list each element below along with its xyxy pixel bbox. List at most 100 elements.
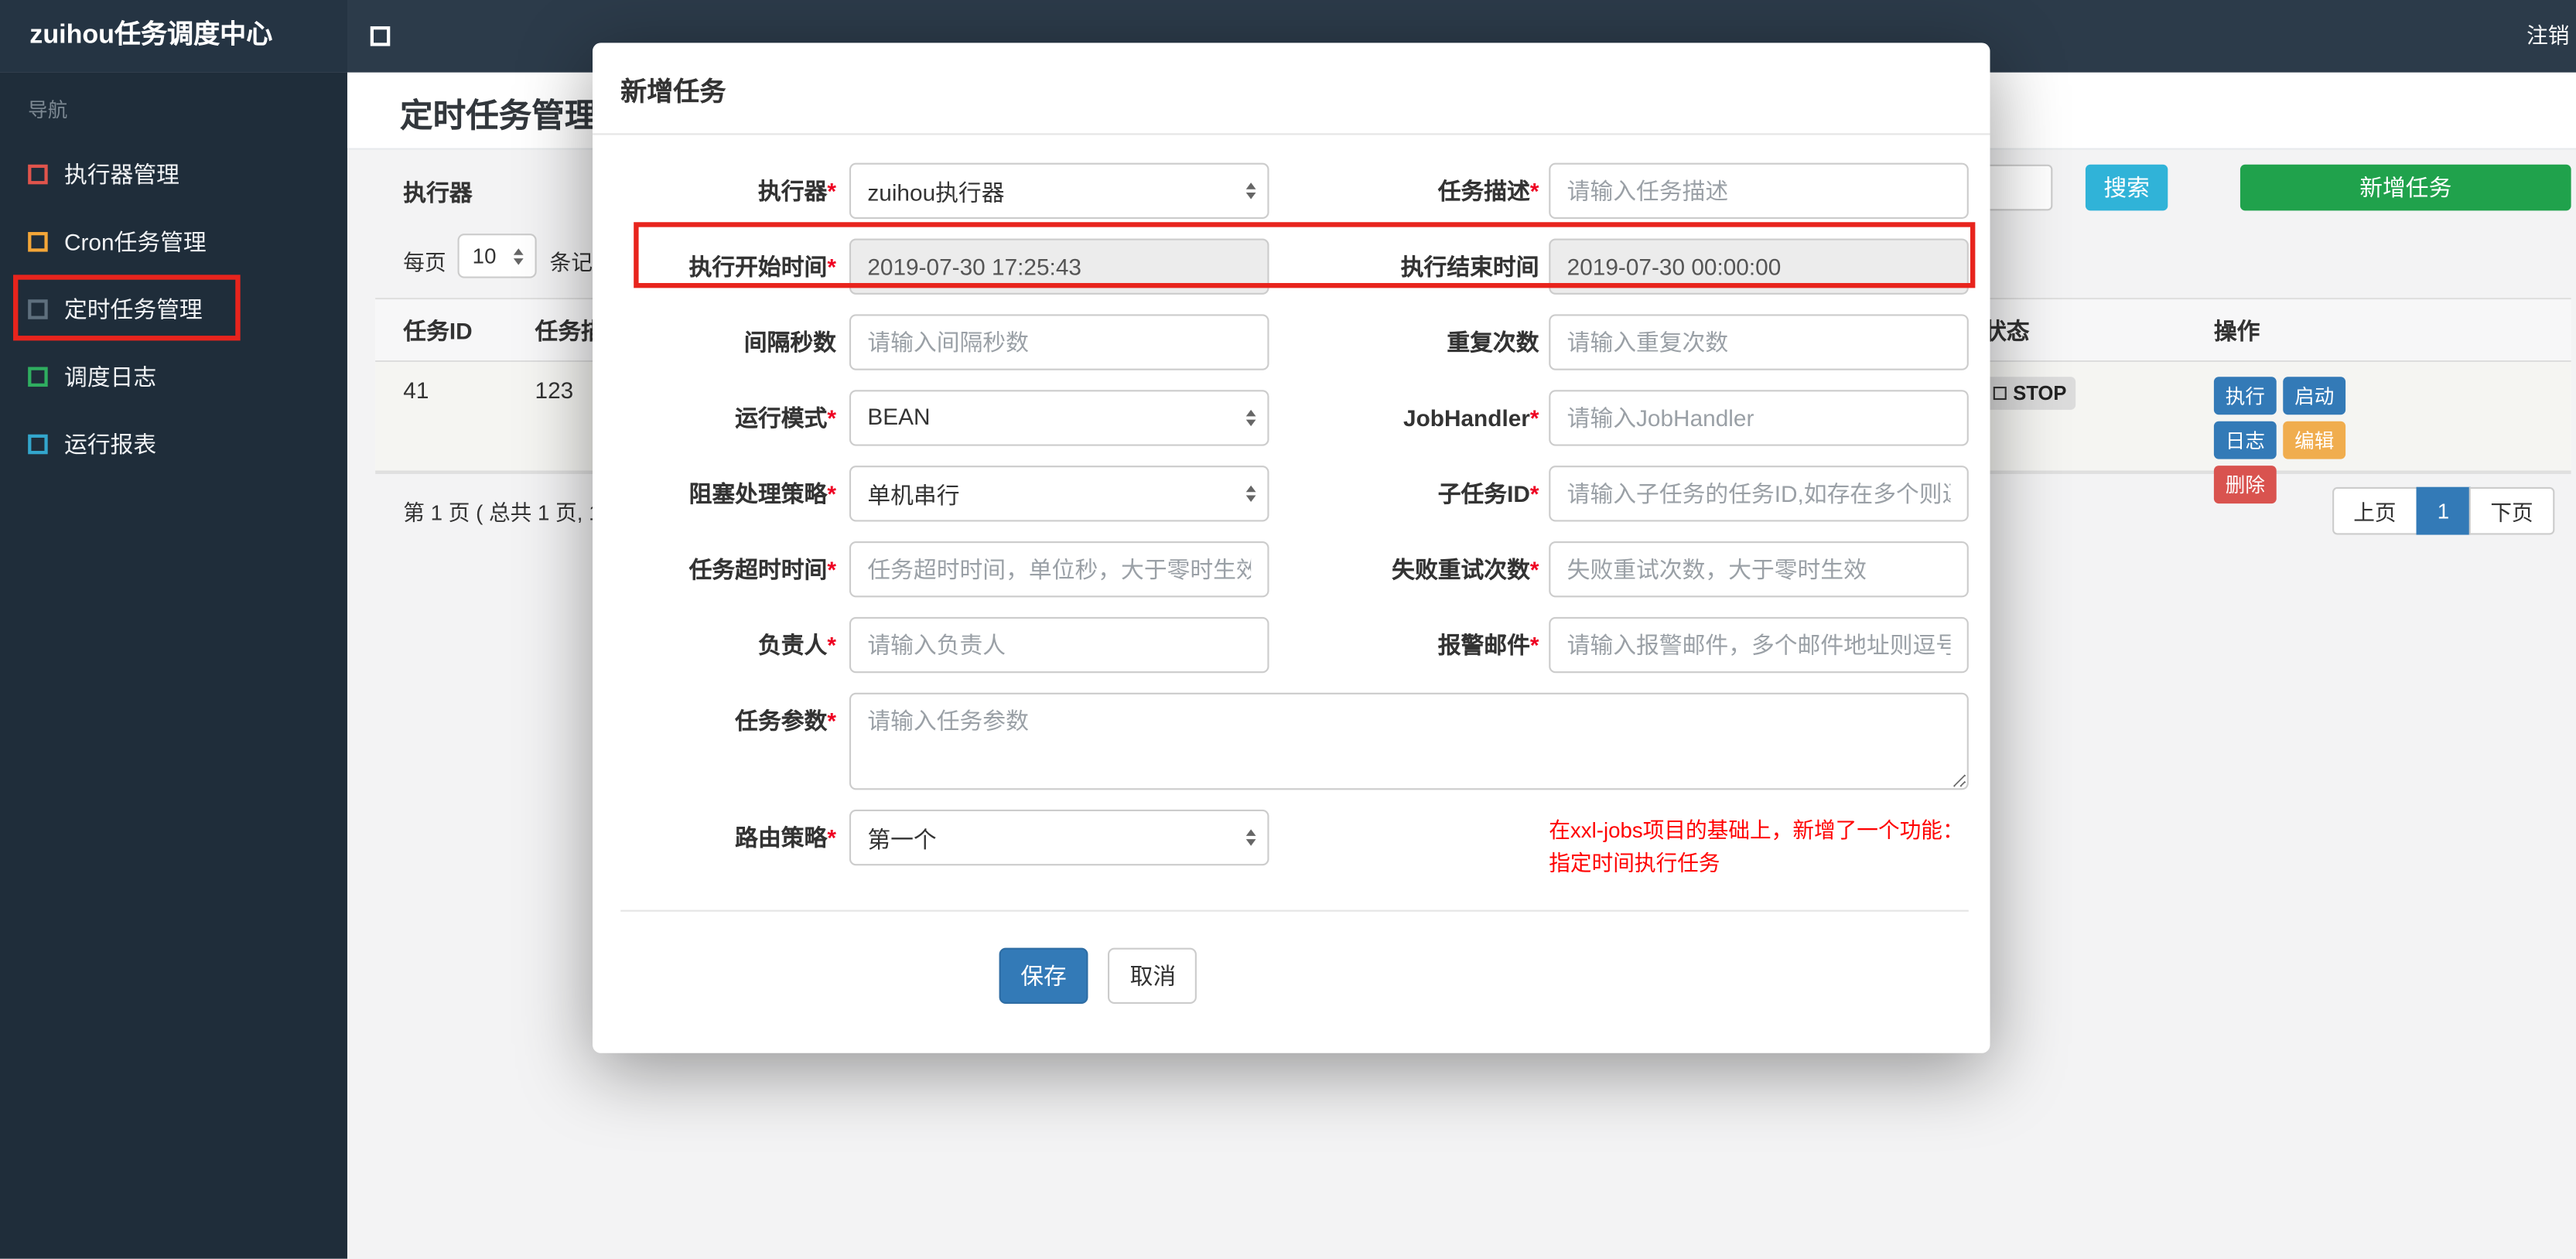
- repeat-input[interactable]: [1549, 314, 1969, 370]
- logout-link[interactable]: 注销: [2526, 0, 2569, 73]
- job-handler-input[interactable]: [1549, 390, 1969, 446]
- prev-page-button[interactable]: 上页: [2332, 486, 2418, 535]
- route-strategy-select-value: 第一个: [867, 826, 937, 853]
- interval-input[interactable]: [849, 314, 1269, 370]
- modal-body: 执行器* zuihou执行器 任务描述* 执行开始时间* 执行结束时间 间隔秒数: [593, 135, 1990, 1053]
- cancel-button[interactable]: 取消: [1108, 947, 1197, 1004]
- execute-button[interactable]: 执行: [2213, 377, 2277, 415]
- sidebar-item-cron-task-manage[interactable]: Cron任务管理: [0, 207, 347, 275]
- search-button[interactable]: 搜索: [2085, 164, 2168, 211]
- end-time-label: 执行结束时间: [1400, 253, 1539, 280]
- retry-input[interactable]: [1549, 541, 1969, 598]
- run-mode-select-value: BEAN: [867, 403, 931, 430]
- owner-input[interactable]: [849, 616, 1269, 674]
- pagination-summary: 第 1 页 ( 总共 1 页, 1: [403, 500, 601, 525]
- app-window: zuihou任务调度中心 注销 导航 执行器管理 Cron任务管理 定时任务管理…: [0, 0, 2576, 1259]
- required-asterisk: *: [827, 404, 836, 432]
- select-caret-icon: [1245, 829, 1256, 846]
- select-caret-icon: [1245, 485, 1256, 502]
- sidebar-item-label: 调度日志: [63, 363, 157, 390]
- end-time-input[interactable]: [1549, 238, 1969, 295]
- required-asterisk: *: [827, 556, 836, 583]
- run-mode-label: 运行模式*: [735, 404, 836, 432]
- repeat-label: 重复次数: [1447, 329, 1539, 356]
- timeout-label: 任务超时时间*: [688, 556, 836, 583]
- per-page-value: 10: [472, 243, 497, 268]
- sidebar-item-label: Cron任务管理: [63, 227, 207, 254]
- block-strategy-select[interactable]: 单机串行: [849, 466, 1269, 522]
- header-actions: 操作: [2213, 317, 2260, 344]
- sidebar-item-label: 运行报表: [63, 430, 157, 457]
- child-job-label: 子任务ID*: [1437, 480, 1539, 507]
- next-page-button[interactable]: 下页: [2468, 486, 2555, 535]
- executor-filter-label: 执行器: [403, 179, 473, 206]
- required-asterisk: *: [1529, 632, 1539, 659]
- block-strategy-label: 阻塞处理策略*: [688, 480, 836, 507]
- route-strategy-label: 路由策略*: [735, 824, 836, 851]
- sidebar-item-timed-task-manage[interactable]: 定时任务管理: [0, 275, 347, 342]
- required-asterisk: *: [827, 824, 836, 851]
- required-asterisk: *: [827, 632, 836, 659]
- menu-square-icon: [28, 299, 48, 319]
- cell-task-id: 41: [403, 377, 429, 404]
- per-page-label: 每页: [403, 250, 446, 275]
- required-asterisk: *: [1529, 480, 1539, 507]
- interval-label: 间隔秒数: [743, 329, 836, 356]
- alarm-email-label: 报警邮件*: [1437, 632, 1539, 659]
- run-mode-select[interactable]: BEAN: [849, 390, 1269, 446]
- job-desc-input[interactable]: [1549, 162, 1969, 219]
- block-strategy-select-value: 单机串行: [867, 482, 960, 509]
- add-task-button[interactable]: 新增任务: [2239, 164, 2571, 211]
- delete-button[interactable]: 删除: [2213, 466, 2277, 504]
- pagination: 上页 1 下页: [2332, 486, 2555, 535]
- stop-square-icon: [1993, 387, 2007, 401]
- job-param-label: 任务参数*: [735, 707, 836, 734]
- status-text: STOP: [2013, 381, 2067, 405]
- required-asterisk: *: [1529, 556, 1539, 583]
- per-page-select[interactable]: 10: [457, 234, 537, 278]
- required-asterisk: *: [827, 177, 836, 204]
- select-caret-icon: [1245, 183, 1256, 200]
- page-title: 定时任务管理: [400, 98, 598, 135]
- menu-square-icon: [28, 366, 48, 386]
- job-handler-label: JobHandler*: [1403, 404, 1539, 432]
- executor-label: 执行器*: [757, 177, 836, 204]
- sidebar-item-schedule-log[interactable]: 调度日志: [0, 343, 347, 410]
- required-asterisk: *: [827, 253, 836, 280]
- executor-select-value: zuihou执行器: [867, 179, 1005, 206]
- start-time-input[interactable]: [849, 238, 1269, 295]
- sidebar: 导航 执行器管理 Cron任务管理 定时任务管理 调度日志 运行报表: [0, 72, 347, 1259]
- owner-label: 负责人*: [757, 632, 836, 659]
- per-page-suffix-label: 条记: [549, 250, 593, 275]
- job-param-textarea[interactable]: [849, 692, 1969, 790]
- cell-actions: 执行 启动日志 编辑删除: [2186, 362, 2571, 504]
- log-button[interactable]: 日志: [2213, 421, 2277, 459]
- menu-square-icon: [28, 230, 48, 251]
- route-strategy-select[interactable]: 第一个: [849, 809, 1269, 880]
- app-title: zuihou任务调度中心: [0, 0, 347, 73]
- save-button[interactable]: 保存: [999, 947, 1088, 1004]
- modal-footer: 保存 取消: [620, 912, 1969, 1053]
- edit-button[interactable]: 编辑: [2283, 421, 2346, 459]
- required-asterisk: *: [1529, 404, 1539, 432]
- executor-select[interactable]: zuihou执行器: [849, 162, 1269, 219]
- sidebar-item-label: 定时任务管理: [63, 295, 203, 322]
- modal-title: 新增任务: [593, 43, 1990, 135]
- menu-square-icon: [28, 433, 48, 454]
- feature-note-line2: 指定时间执行任务: [1549, 851, 1720, 875]
- sidebar-item-run-report[interactable]: 运行报表: [0, 410, 347, 477]
- alarm-email-input[interactable]: [1549, 616, 1969, 674]
- start-time-label: 执行开始时间*: [688, 253, 836, 280]
- feature-note: 在xxl-jobs项目的基础上，新增了一个功能： 指定时间执行任务: [1549, 810, 1969, 880]
- start-button[interactable]: 启动: [2283, 377, 2346, 415]
- required-asterisk: *: [827, 707, 836, 734]
- status-badge: STOP: [1983, 377, 2077, 410]
- header-task-id: 任务ID: [403, 317, 473, 344]
- sidebar-item-executor-manage[interactable]: 执行器管理: [0, 140, 347, 207]
- child-job-input[interactable]: [1549, 466, 1969, 522]
- page-1-button[interactable]: 1: [2416, 486, 2471, 535]
- timeout-input[interactable]: [849, 541, 1269, 598]
- retry-label: 失败重试次数*: [1392, 556, 1539, 583]
- feature-note-line1: 在xxl-jobs项目的基础上，新增了一个功能：: [1549, 817, 1964, 843]
- collapse-menu-icon[interactable]: [370, 26, 391, 46]
